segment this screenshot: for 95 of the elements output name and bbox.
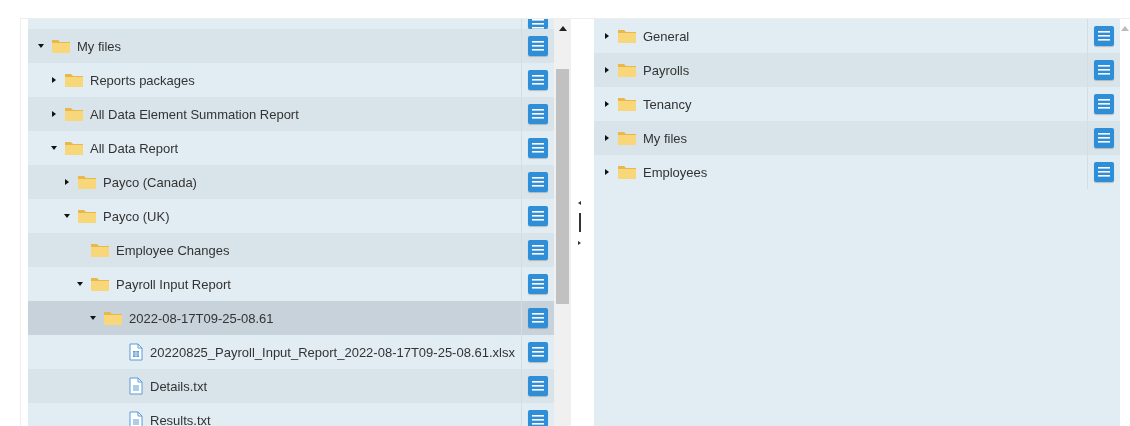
menu-icon bbox=[532, 347, 544, 357]
menu-icon bbox=[532, 109, 544, 119]
menu-button[interactable] bbox=[1094, 60, 1114, 80]
menu-button[interactable] bbox=[528, 36, 548, 56]
tree-item-label: Tenancy bbox=[643, 96, 692, 112]
caret-right-icon[interactable] bbox=[604, 67, 610, 73]
folder-icon bbox=[617, 28, 637, 44]
menu-icon bbox=[532, 177, 544, 187]
tree-item-label: Employee Changes bbox=[116, 242, 230, 258]
folder-icon bbox=[617, 164, 637, 180]
menu-button[interactable] bbox=[1094, 162, 1114, 182]
caret-down-icon[interactable] bbox=[51, 145, 57, 151]
folder-icon bbox=[51, 38, 71, 54]
menu-icon bbox=[532, 41, 544, 51]
tree-row[interactable]: Payco (Canada) bbox=[28, 165, 554, 199]
tree-item-label: Details.txt bbox=[150, 378, 208, 394]
menu-button[interactable] bbox=[1094, 26, 1114, 46]
menu-button[interactable] bbox=[1094, 128, 1114, 148]
tree-item-label: Payco (Canada) bbox=[103, 174, 197, 190]
menu-icon bbox=[1098, 167, 1110, 177]
caret-down-icon[interactable] bbox=[64, 213, 70, 219]
folder-icon bbox=[64, 106, 84, 122]
menu-icon bbox=[532, 381, 544, 391]
menu-icon bbox=[532, 143, 544, 153]
tree-row[interactable]: Employee Changes bbox=[28, 233, 554, 267]
menu-button[interactable] bbox=[528, 240, 548, 260]
caret-down-icon[interactable] bbox=[77, 281, 83, 287]
tree-row[interactable]: All Data Element Summation Report bbox=[28, 97, 554, 131]
caret-right-icon[interactable] bbox=[51, 77, 57, 83]
menu-icon bbox=[532, 245, 544, 255]
scrollbar[interactable] bbox=[554, 19, 571, 426]
menu-icon bbox=[532, 75, 544, 85]
folder-icon bbox=[90, 242, 110, 258]
tree-item-label: General bbox=[643, 28, 690, 44]
caret-right-icon[interactable] bbox=[604, 169, 610, 175]
folder-icon bbox=[617, 130, 637, 146]
menu-icon bbox=[532, 415, 544, 425]
menu-button[interactable] bbox=[528, 342, 548, 362]
menu-button[interactable] bbox=[528, 376, 548, 396]
menu-icon bbox=[532, 313, 544, 323]
folder-icon bbox=[103, 310, 123, 326]
tree-row[interactable]: Payrolls bbox=[594, 53, 1120, 87]
caret-right-icon[interactable] bbox=[64, 179, 70, 185]
tree-item-label: Payroll Input Report bbox=[116, 276, 231, 292]
folder-icon bbox=[617, 62, 637, 78]
folder-icon bbox=[77, 208, 97, 224]
spreadsheet-file-icon bbox=[129, 343, 143, 361]
menu-button[interactable] bbox=[1094, 94, 1114, 114]
menu-icon bbox=[1098, 65, 1110, 75]
tree-row[interactable]: My files bbox=[594, 121, 1120, 155]
folder-icon bbox=[90, 276, 110, 292]
text-file-icon bbox=[129, 411, 143, 426]
tree-item-label: My files bbox=[77, 38, 122, 54]
folder-icon bbox=[64, 140, 84, 156]
caret-right-icon[interactable] bbox=[51, 111, 57, 117]
menu-button[interactable] bbox=[528, 206, 548, 226]
scroll-up-icon[interactable] bbox=[558, 26, 567, 31]
tree-row[interactable]: 2022-08-17T09-25-08.61 bbox=[28, 301, 554, 335]
caret-down-icon[interactable] bbox=[38, 43, 44, 49]
scrollbar[interactable] bbox=[1120, 19, 1130, 426]
caret-right-icon[interactable] bbox=[604, 135, 610, 141]
folder-icon bbox=[64, 72, 84, 88]
tree-item-label: Payrolls bbox=[643, 62, 690, 78]
menu-button[interactable] bbox=[528, 19, 548, 29]
menu-icon bbox=[1098, 99, 1110, 109]
menu-button[interactable] bbox=[528, 70, 548, 90]
tree-item-label: Results.txt bbox=[150, 412, 211, 426]
tree-item-label: All Data Element Summation Report bbox=[90, 106, 299, 122]
caret-right-icon[interactable] bbox=[604, 33, 610, 39]
tree-row[interactable]: My files bbox=[28, 29, 554, 63]
menu-icon bbox=[1098, 133, 1110, 143]
tree-item-label: Employees bbox=[643, 164, 708, 180]
menu-icon bbox=[532, 211, 544, 221]
tree-row[interactable]: Details.txt bbox=[28, 369, 554, 403]
tree-item-label: 20220825_Payroll_Input_Report_2022-08-17T09-25-08.61.xlsx bbox=[150, 344, 515, 360]
tree-item-label: Payco (UK) bbox=[103, 208, 170, 224]
menu-button[interactable] bbox=[528, 172, 548, 192]
scroll-thumb[interactable] bbox=[556, 69, 569, 304]
tree-item-label: All Data Report bbox=[90, 140, 179, 156]
menu-icon bbox=[1098, 31, 1110, 41]
tree-item-label: My files bbox=[643, 130, 688, 146]
menu-button[interactable] bbox=[528, 274, 548, 294]
caret-right-icon[interactable] bbox=[604, 101, 610, 107]
folder-icon bbox=[617, 96, 637, 112]
text-file-icon bbox=[129, 377, 143, 395]
splitter-handle[interactable] bbox=[576, 200, 583, 245]
menu-icon bbox=[532, 279, 544, 289]
folder-icon bbox=[77, 174, 97, 190]
tree-item-label: 2022-08-17T09-25-08.61 bbox=[129, 310, 274, 326]
menu-button[interactable] bbox=[528, 410, 548, 426]
menu-button[interactable] bbox=[528, 308, 548, 328]
tree-item-label: Reports packages bbox=[90, 72, 195, 88]
caret-down-icon[interactable] bbox=[90, 315, 96, 321]
menu-button[interactable] bbox=[528, 138, 548, 158]
menu-button[interactable] bbox=[528, 104, 548, 124]
